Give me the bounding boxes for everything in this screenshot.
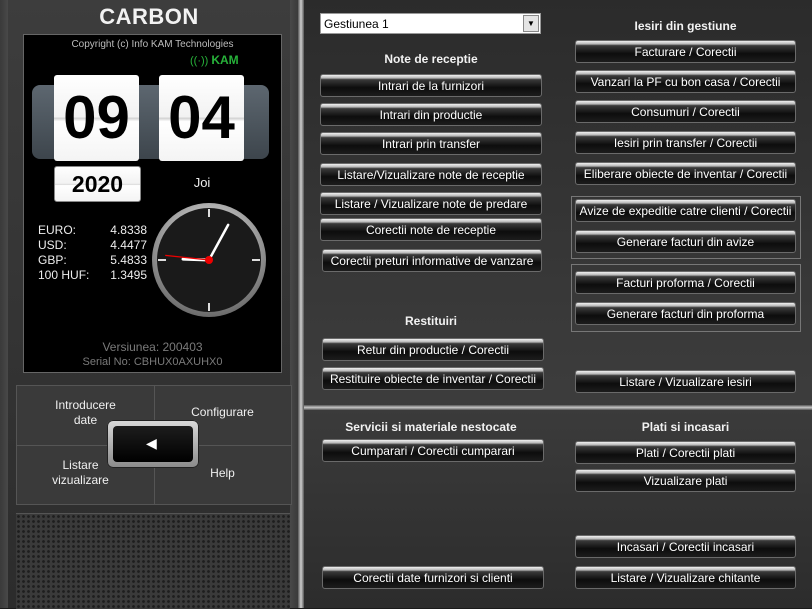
info-screen: Copyright (c) Info KAM Technologies ((·)… (23, 34, 282, 373)
corectii-preturi-button[interactable]: Corectii preturi informative de vanzare (322, 249, 542, 272)
kam-logo: ((·)) KAM (190, 53, 239, 67)
plati-corectii-button[interactable]: Plati / Corectii plati (575, 441, 796, 464)
analog-clock (152, 203, 266, 317)
rate-name-gbp: GBP: (38, 253, 67, 267)
eliberare-inventar-button[interactable]: Eliberare obiecte de inventar / Corectii (575, 162, 796, 185)
day-name: Joi (193, 175, 211, 190)
nav-help-button[interactable]: Help (154, 466, 291, 481)
consumuri-button[interactable]: Consumuri / Corectii (575, 100, 796, 123)
heading-iesiri: Iesiri din gestiune (634, 19, 737, 33)
facturare-button[interactable]: Facturare / Corectii (575, 40, 796, 63)
rate-value-euro: 4.8338 (110, 223, 147, 237)
year-display: 2020 (54, 166, 141, 202)
minute-display: 04 (159, 75, 244, 161)
avize-expeditie-button[interactable]: Avize de expeditie catre clienti / Corec… (575, 199, 796, 222)
facturi-proforma-button[interactable]: Facturi proforma / Corectii (575, 271, 796, 294)
heading-note-receptie: Note de receptie (384, 52, 478, 66)
incasari-button[interactable]: Incasari / Corectii incasari (575, 535, 796, 558)
rate-value-usd: 4.4477 (110, 238, 147, 252)
retur-productie-button[interactable]: Retur din productie / Corectii (322, 338, 544, 361)
heading-restituiri: Restituiri (404, 314, 457, 328)
gestiune-select-value: Gestiunea 1 (324, 17, 389, 31)
signal-icon: ((·)) (190, 55, 209, 67)
intrari-transfer-button[interactable]: Intrari prin transfer (320, 132, 542, 155)
serial-text: Serial No: CBHUX0AXUHX0 (82, 356, 223, 368)
version-text: Versiunea: 200403 (102, 340, 203, 354)
generare-facturi-proforma-button[interactable]: Generare facturi din proforma (575, 302, 796, 325)
nav-configurare-button[interactable]: Configurare (154, 405, 291, 420)
cumparari-button[interactable]: Cumparari / Corectii cumparari (322, 439, 544, 462)
listare-iesiri-button[interactable]: Listare / Vizualizare iesiri (575, 370, 796, 393)
heading-servicii: Servicii si materiale nestocate (345, 420, 517, 434)
gestiune-select[interactable]: Gestiunea 1 ▼ (320, 13, 541, 34)
back-button[interactable]: ◀ (107, 420, 199, 468)
app-title: CARBON (99, 4, 199, 29)
vanzari-pf-button[interactable]: Vanzari la PF cu bon casa / Corectii (575, 70, 796, 93)
speaker-grille (16, 513, 290, 609)
rate-value-huf: 1.3495 (110, 268, 147, 282)
copyright-text: Copyright (c) Info KAM Technologies (71, 39, 234, 50)
back-arrow-icon: ◀ (146, 435, 157, 451)
listare-note-receptie-button[interactable]: Listare/Vizualizare note de receptie (320, 163, 542, 186)
listare-note-predare-button[interactable]: Listare / Vizualizare note de predare (320, 192, 542, 215)
vizualizare-plati-button[interactable]: Vizualizare plati (575, 469, 796, 492)
rate-value-gbp: 5.4833 (110, 253, 147, 267)
kam-brand: KAM (211, 53, 239, 67)
hour-display: 09 (54, 75, 139, 161)
rate-name-euro: EURO: (38, 223, 77, 237)
corectii-furnizori-clienti-button[interactable]: Corectii date furnizori si clienti (322, 566, 544, 589)
section-separator (304, 405, 812, 410)
intrari-furnizori-button[interactable]: Intrari de la furnizori (320, 74, 542, 97)
iesiri-transfer-button[interactable]: Iesiri prin transfer / Corectii (575, 131, 796, 154)
restituire-inventar-button[interactable]: Restituire obiecte de inventar / Corecti… (322, 367, 544, 390)
intrari-productie-button[interactable]: Intrari din productie (320, 103, 542, 126)
back-button-face: ◀ (113, 426, 193, 462)
rate-name-usd: USD: (38, 238, 67, 252)
listare-chitante-button[interactable]: Listare / Vizualizare chitante (575, 566, 796, 589)
corectii-note-receptie-button[interactable]: Corectii note de receptie (320, 218, 542, 241)
chevron-down-icon[interactable]: ▼ (523, 15, 539, 32)
generare-facturi-avize-button[interactable]: Generare facturi din avize (575, 230, 796, 253)
heading-plati: Plati si incasari (641, 420, 730, 434)
rate-name-huf: 100 HUF: (38, 268, 90, 282)
